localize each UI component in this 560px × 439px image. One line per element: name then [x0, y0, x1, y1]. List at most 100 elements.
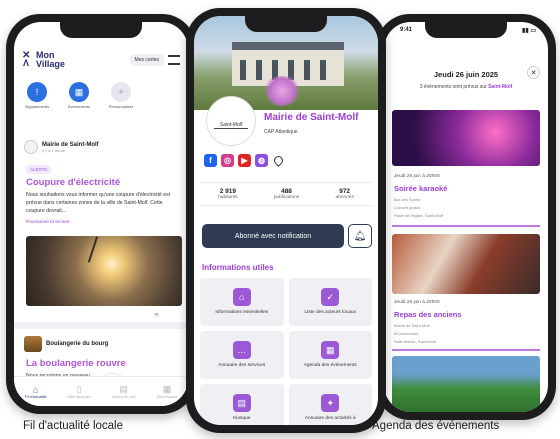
stat-label: publications	[273, 195, 300, 200]
post-photo-lightbulb[interactable]	[26, 236, 182, 306]
phone-notch	[60, 22, 142, 38]
event-detail: 60 personnes	[394, 331, 419, 336]
post-header[interactable]: Mairie de Saint-Molf Il y a 1 heure	[24, 140, 99, 154]
social-links: f ◎ ▶ ◍	[204, 154, 285, 167]
post-title[interactable]: La boulangerie rouvre	[26, 358, 126, 369]
agenda-date: Jeudi 26 juin 2025	[433, 70, 499, 79]
close-icon[interactable]: ✕	[527, 66, 540, 79]
tile-label: Informations essentielles	[215, 310, 269, 315]
tab-label: Mon espace	[156, 395, 178, 399]
warning-icon: !	[27, 82, 47, 102]
tab-my-space[interactable]: ▦ Mon espace	[157, 384, 178, 399]
phone-town-profile: Saint-Molf Mairie de Saint-Molf CAP Atla…	[186, 8, 386, 433]
tile-label: Agenda des événements	[303, 363, 357, 368]
kiosk-icon: ▤	[232, 394, 251, 412]
website-icon[interactable]: ◍	[255, 154, 268, 167]
flowers	[262, 76, 302, 106]
app-showcase: Mon Village Mes cartes ! Signalements ▦ …	[0, 0, 560, 439]
events-count-place: Saint-Molf	[488, 84, 513, 90]
stat-publications[interactable]: 488 publications	[274, 188, 299, 200]
tile-essential-info[interactable]: ⌂ Informations essentielles	[200, 278, 284, 326]
tab-subscriptions[interactable]: ▯ Mes abonnés	[68, 384, 91, 399]
read-more-link[interactable]: Poursuivre la lecture	[26, 220, 70, 225]
event-photo-football[interactable]	[392, 356, 540, 412]
tile-label: Annuaire des services	[218, 363, 266, 368]
chat-icon: …	[232, 341, 251, 359]
calendar-icon: ▦	[321, 341, 340, 359]
useful-info-heading: Informations utiles	[202, 263, 274, 272]
event-detail: Bar des Sports	[394, 197, 421, 202]
subscribed-notification-button[interactable]: Abonné avec notification	[202, 224, 344, 248]
shortcut-label: Événements	[67, 104, 91, 109]
tile-kiosk[interactable]: ▤ Kiosque	[200, 384, 284, 425]
caption-events-agenda: Agenda des événements	[372, 420, 500, 432]
mon-village-logo: Mon Village	[22, 51, 65, 69]
alert-badge: ALERTE	[26, 165, 52, 174]
tile-label: Liste des acteurs locaux	[304, 310, 356, 315]
events-count: 3 événements sont prévus sur Saint-Molf	[384, 84, 548, 90]
event-detail: Place de l'église, Saint-Molf	[394, 213, 444, 218]
event-title[interactable]: Repas des anciens	[394, 310, 462, 319]
shortcut-events[interactable]: ▦ Événements	[64, 82, 94, 109]
shortcut-customize[interactable]: + Personnaliser	[106, 82, 136, 109]
caption-news-feed: Fil d'actualité locale	[23, 420, 123, 432]
runner-icon: ✦	[321, 394, 340, 412]
tab-label: Fil d'actualité	[24, 394, 47, 399]
tile-events-agenda[interactable]: ▦ Agenda des événements	[288, 331, 372, 379]
event-divider	[392, 225, 540, 227]
post-time: Il y a 1 heure	[42, 147, 66, 153]
event-photo-karaoke[interactable]	[392, 110, 540, 166]
my-cards-button[interactable]: Mes cartes	[129, 54, 164, 66]
stat-value: 488	[281, 188, 292, 195]
stat-inhabitants: 2 919 habitants	[218, 188, 237, 200]
events-screen: 9:41 ▮▮ ▭ Jeudi 26 juin 2025 ✕ 3 événeme…	[384, 22, 548, 412]
tab-around-me[interactable]: ▤ Autour de moi	[112, 384, 136, 399]
tile-services-directory[interactable]: … Annuaire des services	[200, 331, 284, 379]
event-photo-dinner[interactable]	[392, 234, 540, 294]
post-author: Mairie de Saint-Molf	[42, 141, 99, 148]
post-header[interactable]: Boulangerie du bourg	[24, 336, 108, 352]
event-detail: Salle festive, Saint-Molf	[394, 339, 436, 344]
stat-subscribers[interactable]: 972 abonnés	[335, 188, 353, 200]
home-icon: ⌂	[32, 384, 39, 395]
event-time: Jeudi 26 juin à 20h00	[394, 300, 440, 305]
events-count-text: 3 événements sont prévus sur	[419, 84, 487, 90]
plus-icon: +	[111, 82, 131, 102]
shortcut-reports[interactable]: ! Signalements	[22, 82, 52, 109]
instagram-icon[interactable]: ◎	[221, 154, 234, 167]
stat-label: habitants	[218, 195, 238, 200]
bakery-avatar	[24, 336, 42, 352]
town-subtitle: CAP Atlantique	[264, 129, 298, 135]
menu-icon[interactable]	[168, 55, 180, 65]
shortcut-label: Personnaliser	[108, 104, 134, 109]
event-title[interactable]: Soirée karaoké	[394, 184, 447, 193]
tab-label: Autour de moi	[111, 395, 136, 399]
logo-mark-icon	[22, 51, 34, 68]
event-detail: Concert gratuit	[394, 205, 421, 210]
location-pin-icon[interactable]	[272, 154, 285, 167]
tile-local-actors[interactable]: ✓ Liste des acteurs locaux	[288, 278, 372, 326]
bookmark-icon: ▯	[76, 384, 82, 394]
status-time: 9:41	[400, 27, 413, 33]
app-header: Mon Village Mes cartes	[14, 40, 188, 80]
shortcut-label: Signalements	[24, 104, 50, 109]
town-profile-screen: Saint-Molf Mairie de Saint-Molf CAP Atla…	[194, 16, 378, 425]
tab-news-feed[interactable]: ⌂ Fil d'actualité	[25, 385, 47, 399]
facebook-icon[interactable]: f	[204, 154, 217, 167]
phone-notch	[425, 22, 507, 38]
youtube-icon[interactable]: ▶	[238, 154, 251, 167]
phone-notch	[245, 16, 327, 32]
tile-label: Kiosque	[233, 416, 251, 421]
event-time: Jeudi 26 juin à 20h00	[394, 174, 440, 179]
shortcut-row: ! Signalements ▦ Événements + Personnali…	[22, 82, 180, 109]
bell-icon[interactable]: 🔔︎	[348, 224, 372, 248]
map-icon: ▤	[119, 384, 128, 394]
town-crest-logo: Saint-Molf	[206, 96, 256, 146]
stat-label: abonnés	[335, 195, 354, 200]
post-title[interactable]: Coupure d'électricité	[26, 177, 120, 188]
town-stats: 2 919 habitants 488 publications 972 abo…	[200, 182, 372, 206]
battery-icon: ▮▮ ▭	[522, 28, 536, 34]
tile-activities-directory[interactable]: ✦ Annuaire des activités à	[288, 384, 372, 425]
crest-text: Saint-Molf	[214, 113, 248, 129]
post-separator	[14, 322, 188, 329]
